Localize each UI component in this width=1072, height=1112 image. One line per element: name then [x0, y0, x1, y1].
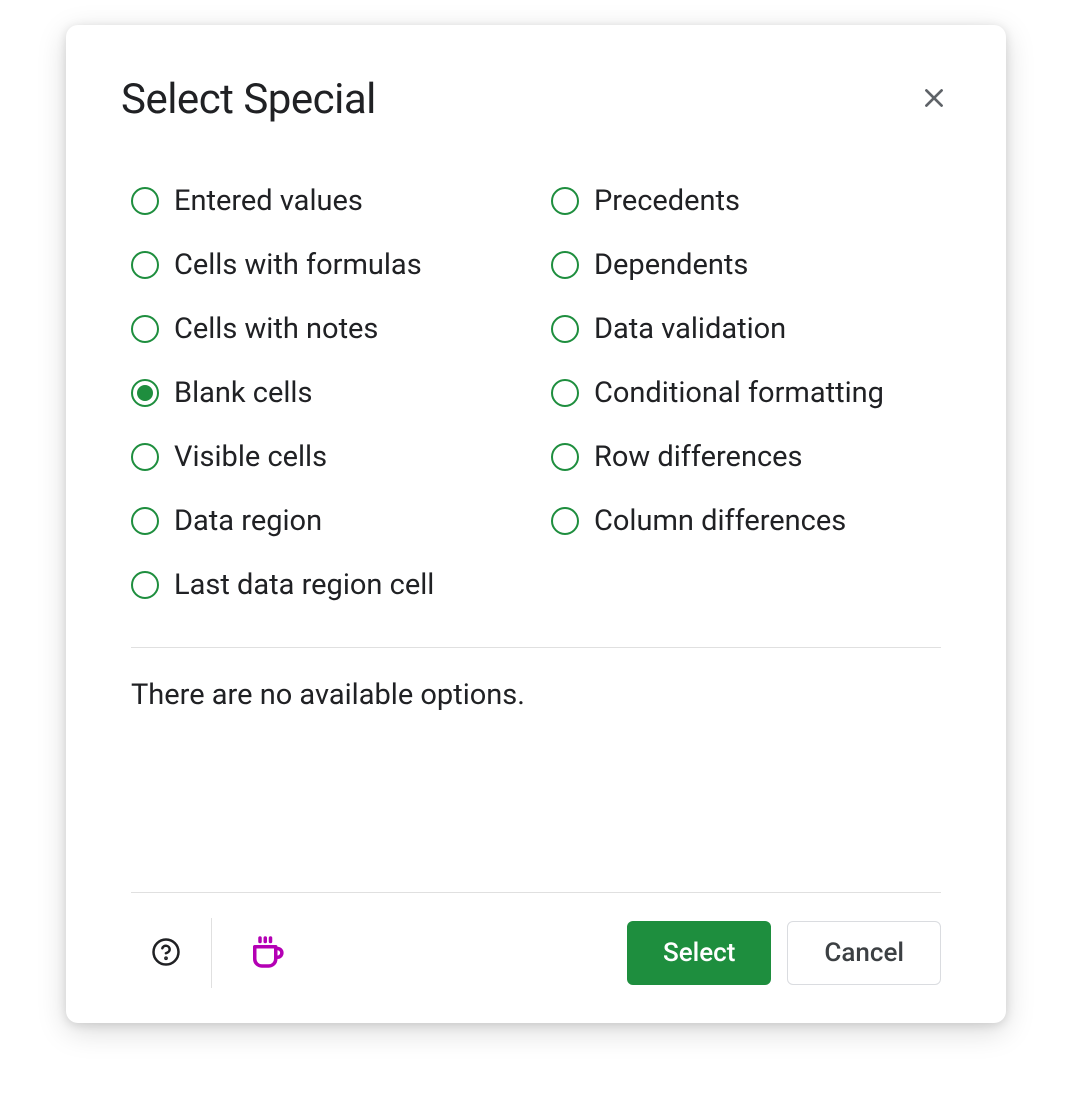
select-special-dialog: Select Special Entered values Cells with …: [66, 25, 1006, 1023]
radio-option-last-data-region-cell[interactable]: Last data region cell: [131, 553, 531, 617]
radio-label: Last data region cell: [174, 568, 434, 602]
radio-icon: [551, 315, 579, 343]
options-grid: Entered values Cells with formulas Cells w…: [121, 169, 951, 617]
radio-option-conditional-formatting[interactable]: Conditional formatting: [551, 361, 951, 425]
radio-label: Visible cells: [174, 440, 327, 474]
vertical-divider: [211, 918, 212, 988]
options-column-left: Entered values Cells with formulas Cells w…: [131, 169, 531, 617]
radio-option-entered-values[interactable]: Entered values: [131, 169, 531, 233]
radio-icon: [131, 187, 159, 215]
radio-label: Precedents: [594, 184, 740, 218]
radio-label: Cells with formulas: [174, 248, 422, 282]
radio-label: Cells with notes: [174, 312, 378, 346]
help-icon: [151, 937, 181, 970]
radio-icon: [551, 379, 579, 407]
close-button[interactable]: [917, 81, 951, 118]
radio-icon: [131, 443, 159, 471]
select-button[interactable]: Select: [627, 921, 771, 985]
radio-label: Column differences: [594, 504, 846, 538]
radio-option-column-differences[interactable]: Column differences: [551, 489, 951, 553]
radio-label: Row differences: [594, 440, 802, 474]
footer-left: [131, 918, 292, 988]
radio-label: Entered values: [174, 184, 363, 218]
radio-option-data-validation[interactable]: Data validation: [551, 297, 951, 361]
radio-icon: [131, 507, 159, 535]
options-message: There are no available options.: [121, 678, 951, 712]
radio-option-cells-with-formulas[interactable]: Cells with formulas: [131, 233, 531, 297]
dialog-footer: Select Cancel: [131, 892, 941, 988]
coffee-icon: [246, 931, 288, 976]
divider: [131, 647, 941, 648]
radio-label: Conditional formatting: [594, 376, 884, 410]
radio-icon: [131, 379, 159, 407]
radio-icon: [551, 507, 579, 535]
radio-option-precedents[interactable]: Precedents: [551, 169, 951, 233]
dialog-header: Select Special: [121, 75, 951, 124]
close-icon: [921, 85, 947, 114]
radio-option-data-region[interactable]: Data region: [131, 489, 531, 553]
radio-label: Data region: [174, 504, 322, 538]
radio-option-visible-cells[interactable]: Visible cells: [131, 425, 531, 489]
radio-icon: [551, 251, 579, 279]
radio-icon: [551, 187, 579, 215]
radio-label: Blank cells: [174, 376, 312, 410]
coffee-button[interactable]: [242, 927, 292, 980]
radio-option-row-differences[interactable]: Row differences: [551, 425, 951, 489]
options-column-right: Precedents Dependents Data validation Condi…: [551, 169, 951, 617]
footer-right: Select Cancel: [627, 921, 941, 985]
radio-icon: [551, 443, 579, 471]
radio-icon: [131, 315, 159, 343]
help-button[interactable]: [131, 929, 211, 978]
radio-label: Data validation: [594, 312, 786, 346]
dialog-title: Select Special: [121, 75, 376, 124]
radio-option-blank-cells[interactable]: Blank cells: [131, 361, 531, 425]
radio-label: Dependents: [594, 248, 748, 282]
radio-icon: [131, 251, 159, 279]
radio-option-dependents[interactable]: Dependents: [551, 233, 951, 297]
cancel-button[interactable]: Cancel: [787, 921, 941, 985]
radio-option-cells-with-notes[interactable]: Cells with notes: [131, 297, 531, 361]
radio-icon: [131, 571, 159, 599]
